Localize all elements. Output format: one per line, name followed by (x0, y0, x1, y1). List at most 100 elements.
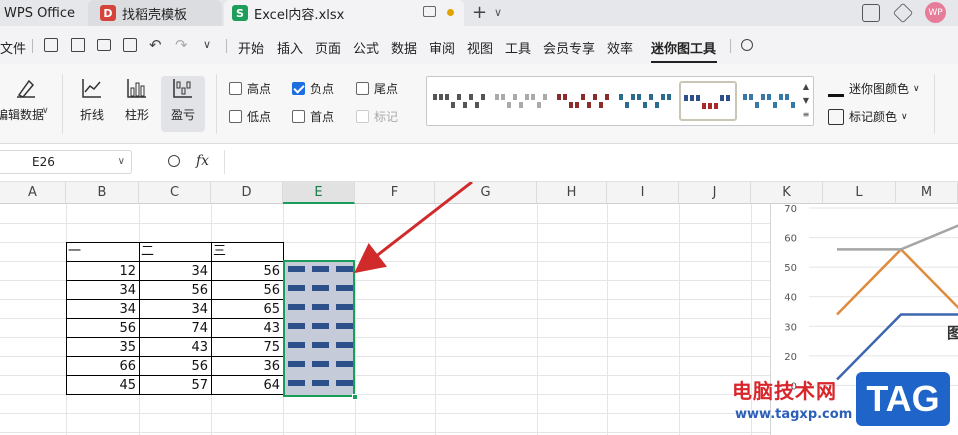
menu-home[interactable]: 开始 (238, 38, 264, 57)
menu-file[interactable]: 文件 (0, 38, 26, 57)
tab-list-chevron-icon[interactable]: ∨ (494, 6, 502, 19)
checkbox[interactable] (292, 82, 305, 95)
type-line-label: 折线 (79, 108, 104, 122)
menu-divider (226, 39, 227, 53)
tag-logo: TAG (856, 372, 950, 426)
cube-icon[interactable] (892, 2, 914, 24)
y-tick-label: 30 (784, 322, 797, 333)
menu-insert[interactable]: 插入 (277, 38, 303, 57)
menu-member[interactable]: 会员专享 (543, 38, 595, 57)
check-low-point[interactable]: 低点 (229, 108, 271, 125)
docer-icon: D (100, 5, 116, 21)
check-last-point[interactable]: 尾点 (356, 80, 398, 97)
zoom-lookup-icon[interactable] (168, 155, 180, 167)
y-tick-label: 60 (784, 234, 797, 245)
edit-data-button[interactable]: 编辑数据 (0, 76, 52, 132)
save-icon[interactable] (44, 38, 58, 52)
tab-template[interactable]: D 找稻壳模板 (88, 0, 222, 26)
check-negative-label: 负点 (310, 82, 335, 96)
gallery-scroll[interactable]: ▲ ▼ ≡ (801, 80, 811, 122)
chevron-down-icon: ∨ (901, 111, 908, 122)
menu-divider (730, 39, 731, 53)
check-first-point[interactable]: 首点 (292, 108, 334, 125)
edit-data-label: 编辑数据 (0, 108, 44, 122)
ribbon-divider (934, 74, 935, 134)
sparkline-style-gallery[interactable]: ▲ ▼ ≡ (426, 76, 814, 126)
window-layout-icon[interactable] (862, 4, 880, 22)
search-icon[interactable] (741, 39, 753, 51)
column-header-m[interactable]: M (896, 182, 958, 204)
print-icon[interactable] (97, 39, 111, 51)
marker-color-label: 标记颜色 (849, 110, 898, 124)
tab-template-label: 找稻壳模板 (122, 7, 188, 23)
tab-wps-label: WPS Office (4, 5, 76, 21)
checkbox[interactable] (229, 110, 242, 123)
menu-review[interactable]: 审阅 (429, 38, 455, 57)
style-thumb[interactable] (431, 91, 489, 111)
name-box[interactable]: E26 ∨ (0, 150, 132, 174)
type-column-button[interactable]: 柱形 (117, 76, 157, 132)
type-win-loss-button[interactable]: 盈亏 (161, 76, 205, 132)
export-pdf-icon[interactable] (71, 38, 85, 52)
chevron-down-icon[interactable]: ∨ (118, 151, 125, 173)
watermark-url: www.tagxp.com (735, 407, 853, 422)
style-thumb[interactable] (555, 91, 613, 111)
menu-view[interactable]: 视图 (467, 38, 493, 57)
tab-wps-office[interactable]: WPS Office (0, 0, 86, 26)
quick-access-chevron-icon[interactable]: ∨ (203, 38, 211, 51)
edit-data-chevron-icon[interactable]: ∨ (42, 106, 49, 116)
grid-marker-icon (828, 108, 844, 125)
column-header-l[interactable]: L (823, 182, 896, 204)
type-win-loss-label: 盈亏 (170, 108, 195, 122)
checkbox[interactable] (292, 110, 305, 123)
function-icon[interactable]: fx (196, 153, 209, 169)
annotation-arrow (354, 182, 473, 274)
formula-input[interactable] (224, 150, 958, 174)
style-thumb[interactable] (617, 91, 675, 111)
check-negative-point[interactable]: 负点 (292, 80, 334, 97)
checkbox[interactable] (229, 82, 242, 95)
checkbox (356, 110, 369, 123)
check-first-label: 首点 (310, 110, 335, 124)
menu-page[interactable]: 页面 (315, 38, 341, 57)
menu-divider (32, 39, 33, 53)
active-tab-underline (651, 61, 717, 63)
check-low-label: 低点 (247, 110, 272, 124)
check-markers-label: 标记 (374, 110, 399, 124)
checkbox[interactable] (356, 82, 369, 95)
menu-data[interactable]: 数据 (391, 38, 417, 57)
tab-excel-file[interactable]: S Excel内容.xlsx (224, 0, 464, 26)
avatar[interactable]: WP (925, 2, 946, 23)
edit-data-icon (14, 76, 38, 100)
marker-color-button[interactable]: 标记颜色 ∨ (828, 108, 908, 125)
style-thumb[interactable] (493, 91, 551, 111)
ribbon: 编辑数据 ∨ 折线 柱形 盈亏 高点 负点 尾点 低点 首点 标记 ▲ ▼ ≡ … (0, 64, 958, 144)
tab-excel-label: Excel内容.xlsx (254, 7, 345, 23)
sparkline-color-label: 迷你图颜色 (849, 82, 910, 96)
title-bar: WPS Office D 找稻壳模板 S Excel内容.xlsx + ∨ WP (0, 0, 958, 26)
y-tick-label: 20 (784, 352, 797, 363)
menu-formula[interactable]: 公式 (353, 38, 379, 57)
sparkline-color-button[interactable]: 迷你图颜色 ∨ (828, 80, 920, 97)
style-thumb[interactable] (741, 91, 799, 111)
print-preview-icon[interactable] (123, 38, 137, 52)
new-tab-plus-icon[interactable]: + (472, 2, 487, 23)
check-markers: 标记 (356, 108, 398, 125)
column-chart-icon (125, 76, 149, 100)
type-column-label: 柱形 (124, 108, 149, 122)
undo-icon[interactable]: ↶ (149, 36, 162, 54)
type-line-button[interactable]: 折线 (72, 76, 112, 132)
menu-efficiency[interactable]: 效率 (607, 38, 633, 57)
chart-title: 图 (947, 324, 958, 342)
chart-series-line (837, 224, 958, 251)
check-high-point[interactable]: 高点 (229, 80, 271, 97)
chevron-down-icon: ∨ (913, 83, 920, 94)
chart-series-line (836, 247, 958, 316)
menu-tools[interactable]: 工具 (505, 38, 531, 57)
monitor-icon[interactable] (423, 6, 436, 17)
style-thumb-selected[interactable] (679, 81, 737, 121)
menu-sparkline-tools[interactable]: 迷你图工具 (651, 38, 716, 57)
redo-icon[interactable]: ↷ (175, 36, 188, 54)
chart-series-line (836, 313, 958, 381)
line-chart-icon (80, 76, 104, 100)
